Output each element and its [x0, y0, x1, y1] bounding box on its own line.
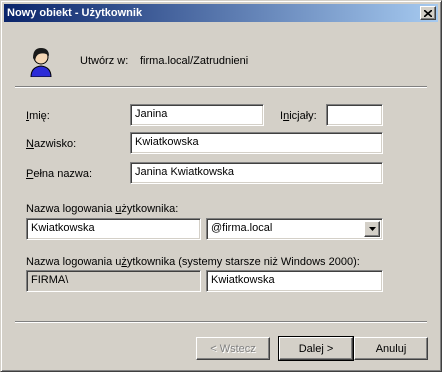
separator-bottom: [15, 321, 427, 323]
legacy-domain-field: FIRMA\: [26, 270, 201, 292]
chevron-down-icon: [368, 227, 376, 231]
legacy-logon-name-field[interactable]: Kwiatkowska: [206, 270, 383, 292]
upn-suffix-value: @firma.local: [211, 222, 273, 234]
cancel-button-label: Anuluj: [375, 342, 407, 355]
title-bar[interactable]: Nowy obiekt - Użytkownik: [4, 4, 438, 22]
initials-field[interactable]: [326, 104, 383, 126]
upn-suffix-dropdown-button[interactable]: [364, 221, 380, 237]
full-name-field[interactable]: Janina Kwiatkowska: [130, 162, 383, 184]
cancel-button[interactable]: Anuluj: [354, 337, 428, 360]
close-icon: [424, 9, 432, 17]
back-button-label: < Wstecz: [210, 342, 256, 355]
legacy-logon-label: Nazwa logowania użytkownika (systemy sta…: [26, 256, 360, 268]
create-in-label: Utwórz w:: [80, 55, 129, 67]
last-name-field[interactable]: Kwiatkowska: [130, 132, 383, 154]
separator-top: [15, 86, 427, 88]
next-button-label: Dalej >: [298, 342, 334, 355]
upn-suffix-select[interactable]: @firma.local: [206, 218, 383, 240]
user-icon: [27, 45, 55, 78]
close-button[interactable]: [420, 6, 436, 20]
create-in-path: firma.local/Zatrudnieni: [140, 55, 249, 67]
dialog-window: Nowy obiekt - Użytkownik Utwórz w: firma…: [0, 0, 442, 372]
initials-label: Inicjały:: [280, 110, 317, 122]
first-name-label: Imię:: [26, 110, 50, 122]
next-button[interactable]: Dalej >: [278, 336, 354, 361]
window-title: Nowy obiekt - Użytkownik: [7, 7, 143, 19]
back-button[interactable]: < Wstecz: [196, 337, 270, 360]
full-name-label: Pełna nazwa:: [26, 168, 93, 180]
logon-name-field[interactable]: Kwiatkowska: [26, 218, 201, 240]
logon-name-label: Nazwa logowania użytkownika:: [26, 203, 179, 215]
first-name-field[interactable]: Janina: [130, 104, 264, 126]
last-name-label: Nazwisko:: [26, 138, 77, 150]
